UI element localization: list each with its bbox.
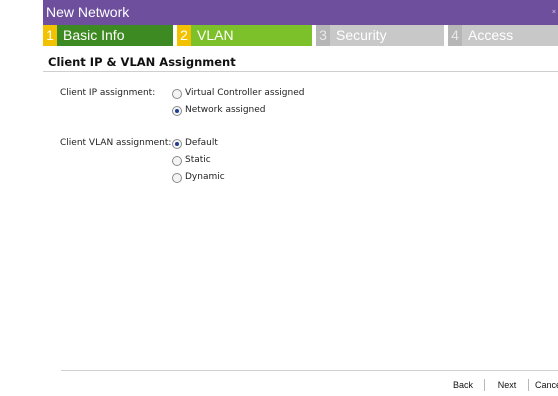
button-separator	[528, 379, 529, 391]
step-label: Security	[336, 27, 387, 43]
radio-button[interactable]	[172, 89, 182, 99]
button-separator	[484, 379, 485, 391]
dialog-title: New Network	[46, 4, 130, 20]
wizard-step-access[interactable]: 4 Access	[448, 25, 558, 46]
wizard-step-basic-info[interactable]: 1 Basic Info	[43, 25, 173, 46]
radio-label: Network assigned	[185, 105, 266, 115]
radio-button-selected[interactable]	[172, 139, 182, 149]
new-network-dialog: New Network × 1 Basic Info 2 VLAN 3 Secu…	[43, 0, 558, 396]
radio-button-selected[interactable]	[172, 106, 182, 116]
client-vlan-assignment-label: Client VLAN assignment:	[60, 138, 172, 148]
radio-button[interactable]	[172, 156, 182, 166]
radio-label: Static	[185, 155, 211, 165]
step-number: 3	[316, 25, 330, 46]
step-number: 4	[448, 25, 462, 46]
radio-label: Default	[185, 138, 218, 148]
footer-divider	[61, 370, 558, 371]
client-ip-assignment-label: Client IP assignment:	[60, 88, 156, 98]
step-number: 2	[177, 25, 191, 46]
radio-label: Virtual Controller assigned	[185, 88, 305, 98]
step-number: 1	[43, 25, 57, 46]
back-button[interactable]: Back	[449, 377, 477, 393]
dialog-titlebar: New Network ×	[43, 0, 558, 25]
radio-button[interactable]	[172, 173, 182, 183]
step-label: Access	[468, 27, 514, 43]
step-label: VLAN	[197, 27, 234, 43]
section-divider	[43, 71, 558, 72]
close-icon[interactable]: ×	[552, 9, 556, 16]
radio-label: Dynamic	[185, 172, 225, 182]
wizard-steps: 1 Basic Info 2 VLAN 3 Security 4 Access	[43, 25, 558, 46]
cancel-button[interactable]: Cance	[535, 377, 558, 393]
wizard-step-vlan[interactable]: 2 VLAN	[177, 25, 312, 46]
wizard-step-security[interactable]: 3 Security	[316, 25, 444, 46]
section-title: Client IP & VLAN Assignment	[48, 55, 236, 69]
next-button[interactable]: Next	[493, 377, 521, 393]
step-label: Basic Info	[63, 27, 125, 43]
